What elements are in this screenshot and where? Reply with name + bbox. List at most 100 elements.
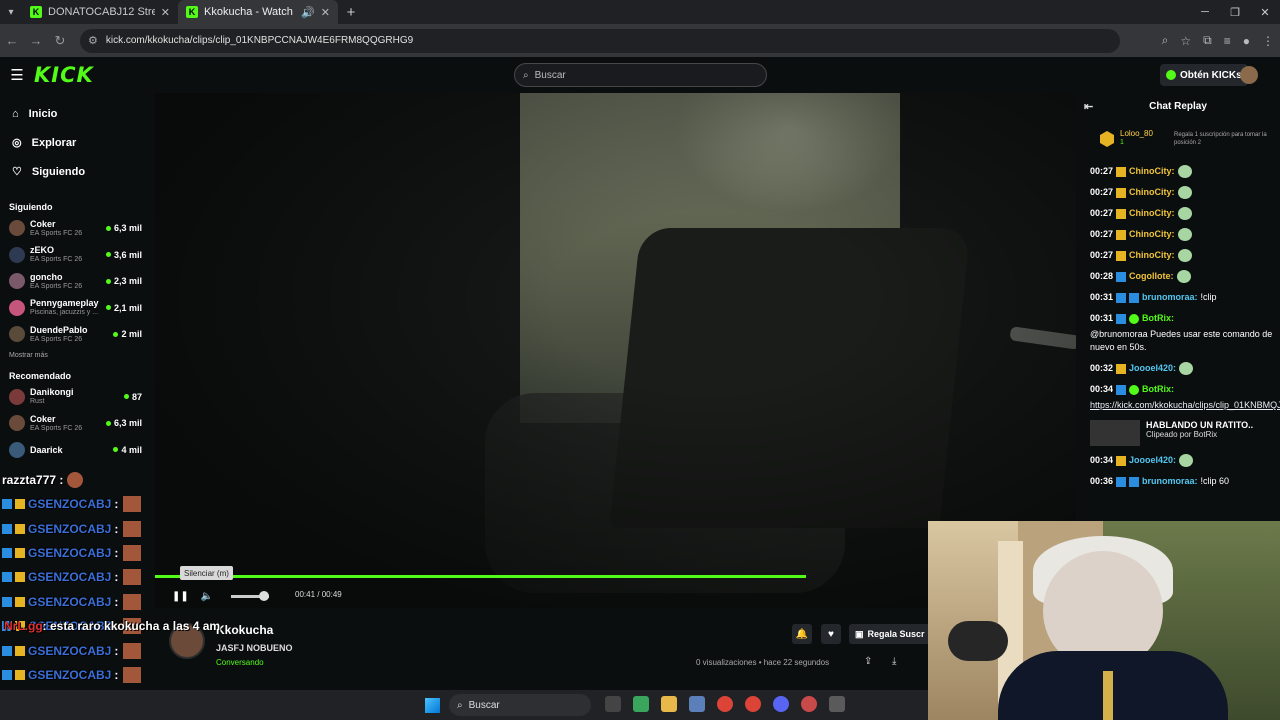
app-icon[interactable] [829,696,845,712]
sidebar-channel[interactable]: Pennygameplay Piscinas, jacuzzis y ... 2,1… [0,295,155,322]
overlay-chat-row: GSENZOCABJ: [0,638,155,662]
share-icon[interactable]: ⇪ [864,656,872,667]
sidebar-channel[interactable]: DuendePablo EA Sports FC 26 2 mil [0,321,155,348]
chat-message: 00:31 BotRix: @brunomoraa Puedes usar este… [1090,312,1280,354]
chat-username[interactable]: ChinoCity: [1129,186,1175,199]
extensions-icon[interactable]: ⧉ [1203,33,1212,48]
maximize-icon[interactable]: ❐ [1220,0,1250,24]
chat-username[interactable]: brunomoraa: [1142,291,1198,304]
crown-badge-icon [1116,209,1127,219]
subscriber-badge-icon [2,669,12,680]
close-tab-icon[interactable]: ✕ [321,6,330,19]
channel-name: DuendePablo [30,324,88,335]
overlay-username: GSENZOCABJ [28,521,112,536]
discord-icon[interactable] [773,696,789,712]
overlay-chat-row: GSENZOCABJ: [0,516,155,540]
app-icon[interactable] [633,696,649,712]
minimize-icon[interactable]: ─ [1190,0,1220,24]
download-icon[interactable]: ⤓ [892,656,896,667]
chrome-icon[interactable] [717,696,733,712]
media-icon[interactable]: ≡ [1224,34,1231,48]
reload-icon[interactable]: ↻ [48,33,72,49]
app-icon[interactable] [801,696,817,712]
sidebar-channel[interactable]: zEKO EA Sports FC 26 3,6 mil [0,242,155,269]
file-explorer-icon[interactable] [661,696,677,712]
close-tab-icon[interactable]: ✕ [161,6,170,19]
calculator-icon[interactable] [689,696,705,712]
close-window-icon[interactable]: ✕ [1250,0,1280,24]
sidebar-channel[interactable]: Daarick 4 mil [0,437,155,464]
menu-icon[interactable]: ⋮ [1262,34,1274,48]
get-kicks-button[interactable]: Obtén KICKs [1160,64,1248,86]
kick-logo[interactable]: KICK [34,63,94,87]
tab-list-icon[interactable]: ▾ [0,0,22,24]
overlay-colon: : [114,643,119,658]
pinned-sub-count: 1 [1120,139,1124,146]
hamburger-menu-icon[interactable]: ☰ [0,66,34,84]
volume-icon[interactable]: 🔈 [201,591,213,602]
sidebar-channel[interactable]: Coker EA Sports FC 26 6,3 mil [0,410,155,437]
windows-start-icon[interactable] [425,698,440,713]
follow-heart-icon[interactable]: ♥ [821,624,841,644]
chat-username[interactable]: BotRix: [1142,312,1174,325]
zoom-icon[interactable]: ⌕ [1162,33,1169,48]
compass-icon: ◎ [12,137,22,149]
bookmark-star-icon[interactable]: ☆ [1180,34,1191,48]
task-view-icon[interactable] [605,696,621,712]
clip-card[interactable]: HABLANDO UN RATITO.. Clipeado por BotRix [1090,420,1280,446]
taskbar-search[interactable]: ⌕ Buscar [449,694,591,716]
show-more-link[interactable]: Mostrar más [0,348,155,364]
viewer-count-text: 2,1 mil [113,302,142,313]
tab-title: Kkokucha - Watch clips on [204,6,295,18]
speaker-icon[interactable]: 🔊 [301,6,315,19]
clip-category[interactable]: Conversando [216,658,264,667]
browser-tab-active[interactable]: K Kkokucha - Watch clips on 🔊 ✕ [178,0,338,24]
subscriber-badge-icon [2,596,12,607]
site-info-icon[interactable]: ⚙ [88,34,98,47]
crown-badge-icon [1116,251,1127,261]
browser-tab[interactable]: K DONATOCABJ12 Stream - Watc ✕ [22,0,178,24]
crown-badge-icon [15,523,25,534]
pinned-gift-leader[interactable]: Loloo_80 1 Regala 1 suscripción para tom… [1076,127,1280,155]
viewer-count-text: 6,3 mil [113,418,142,428]
nav-item-explorar[interactable]: ◎ Explorar [0,128,155,157]
volume-slider[interactable] [231,590,270,601]
viewer-count-text: 4 mil [121,444,142,455]
channel-avatar [9,441,25,458]
chat-username[interactable]: ChinoCity: [1129,249,1175,262]
bell-icon[interactable]: 🔔 [792,624,812,644]
profile-icon[interactable]: ● [1243,34,1250,48]
chat-message: 00:36 brunomoraa: !clip 60 [1090,475,1280,488]
progress-bar[interactable] [155,575,806,578]
chat-username[interactable]: brunomoraa: [1142,475,1198,488]
new-tab-icon[interactable]: + [338,0,364,24]
search-input[interactable]: ⌕ Buscar [514,63,767,87]
sidebar-channel[interactable]: goncho EA Sports FC 26 2,3 mil [0,268,155,295]
viewer-count: 87 [123,392,142,402]
chat-username[interactable]: ChinoCity: [1129,165,1175,178]
back-icon[interactable]: ← [0,33,24,48]
chat-username[interactable]: Joooel420: [1129,362,1176,375]
nav-item-siguiendo[interactable]: ♡ Siguiendo [0,157,155,186]
channel-name: goncho [30,271,63,282]
channel-text: zEKO EA Sports FC 26 [30,245,105,264]
nav-item-inicio[interactable]: ⌂ Inicio [0,99,155,128]
collapse-chat-icon[interactable]: ⇤ [1084,100,1093,113]
pause-icon[interactable]: ❚❚ [172,591,189,602]
channel-name[interactable]: Kkokucha [216,623,273,637]
chat-link[interactable]: https://kick.com/kkokucha/clips/clip_01K… [1090,399,1280,412]
chrome-icon[interactable] [745,696,761,712]
sidebar-channel[interactable]: Coker EA Sports FC 26 6,3 mil [0,215,155,242]
forward-icon[interactable]: → [24,33,48,48]
gift-sub-button[interactable]: ▣ Regala Suscr [849,624,930,644]
chat-username[interactable]: ChinoCity: [1129,228,1175,241]
url-field[interactable]: ⚙ kick.com/kkokucha/clips/clip_01KNBPCCN… [80,28,1120,53]
chat-username[interactable]: Joooel420: [1129,454,1176,467]
chat-username[interactable]: Cogollote: [1129,270,1174,283]
volume-handle[interactable] [259,590,270,601]
chat-username[interactable]: ChinoCity: [1129,207,1175,220]
user-avatar[interactable] [1240,66,1258,84]
sidebar-channel[interactable]: Danikongi Rust 87 [0,384,155,411]
chat-username[interactable]: BotRix: [1142,383,1174,396]
overlay-username: GSENZOCABJ [28,570,112,585]
